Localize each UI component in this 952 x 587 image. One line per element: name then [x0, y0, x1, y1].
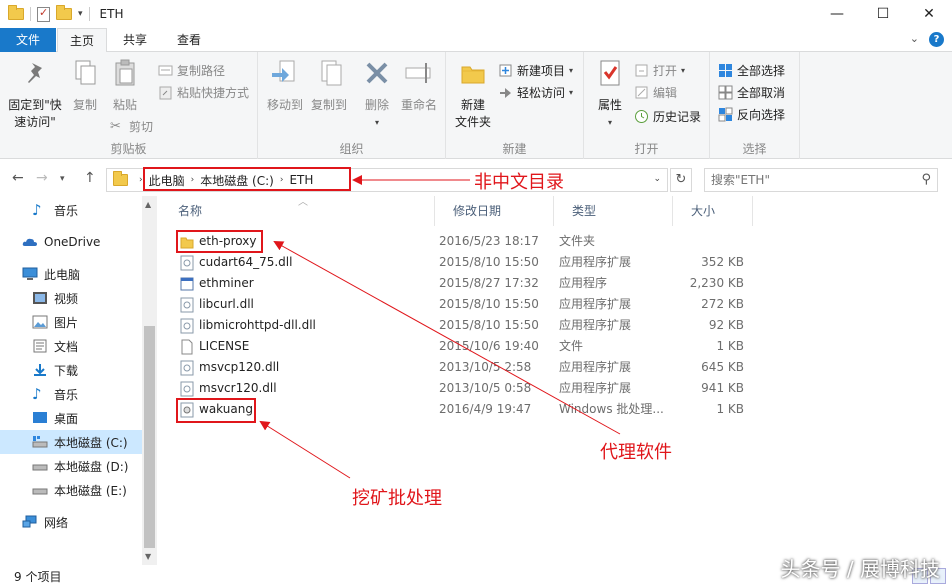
arrow-proxy: [273, 241, 621, 435]
item-count: 9 个项目: [14, 570, 62, 584]
annotation-arrows: [259, 175, 621, 479]
arrow-batch: [259, 420, 351, 479]
watermark: 头条号 / 展博科技: [780, 557, 940, 581]
